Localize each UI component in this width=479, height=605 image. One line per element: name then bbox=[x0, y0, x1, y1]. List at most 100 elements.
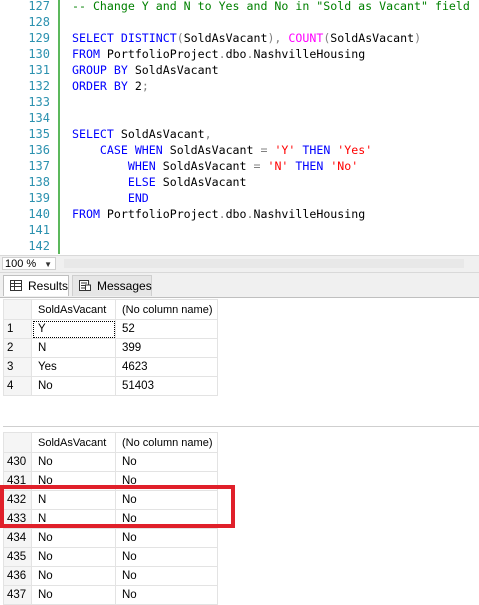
code-token: PortfolioProject bbox=[99, 47, 219, 61]
code-line[interactable]: 129 SELECT DISTINCT(SoldAsVacant), COUNT(… bbox=[0, 30, 479, 46]
row-number[interactable]: 437 bbox=[3, 585, 32, 605]
table-cell[interactable]: 51403 bbox=[115, 376, 218, 396]
code-line[interactable]: 139 END bbox=[0, 190, 479, 206]
code-text[interactable]: FROM PortfolioProject.dbo.NashvilleHousi… bbox=[72, 206, 365, 222]
code-token: . bbox=[218, 207, 226, 221]
zoom-value: 100 % bbox=[5, 258, 37, 270]
table-row[interactable]: 433 N No bbox=[3, 509, 218, 529]
column-header[interactable]: (No column name) bbox=[115, 299, 218, 320]
row-number[interactable]: 3 bbox=[3, 357, 32, 377]
code-line[interactable]: 127 -- Change Y and N to Yes and No in "S… bbox=[0, 0, 479, 14]
row-number[interactable]: 430 bbox=[3, 452, 32, 472]
table-cell[interactable]: No bbox=[31, 376, 116, 396]
table-cell[interactable]: No bbox=[115, 547, 218, 567]
code-line[interactable]: 131 GROUP BY SoldAsVacant bbox=[0, 62, 479, 78]
code-text[interactable]: ORDER BY 2; bbox=[72, 78, 149, 94]
row-number-header[interactable] bbox=[3, 299, 32, 320]
row-number[interactable]: 434 bbox=[3, 528, 32, 548]
row-number[interactable]: 431 bbox=[3, 471, 32, 491]
zoom-dropdown[interactable]: 100 % ▼ bbox=[2, 257, 56, 270]
code-line[interactable]: 130 FROM PortfolioProject.dbo.NashvilleHo… bbox=[0, 46, 479, 62]
table-row[interactable]: 437 No No bbox=[3, 585, 218, 605]
code-token: . bbox=[246, 47, 254, 61]
code-line[interactable]: 132 ORDER BY 2; bbox=[0, 78, 479, 94]
code-line[interactable]: 133 bbox=[0, 94, 479, 110]
table-cell[interactable]: No bbox=[115, 490, 218, 510]
code-text[interactable]: GROUP BY SoldAsVacant bbox=[72, 62, 219, 78]
code-line[interactable]: 136 CASE WHEN SoldAsVacant = 'Y' THEN 'Y… bbox=[0, 142, 479, 158]
column-header[interactable]: (No column name) bbox=[115, 432, 218, 453]
table-cell[interactable]: No bbox=[115, 452, 218, 472]
table-cell[interactable]: No bbox=[115, 509, 218, 529]
code-text[interactable]: WHEN SoldAsVacant = 'N' THEN 'No' bbox=[72, 158, 358, 174]
code-text[interactable]: FROM PortfolioProject.dbo.NashvilleHousi… bbox=[72, 46, 365, 62]
messages-icon bbox=[79, 280, 91, 291]
row-number[interactable]: 432 bbox=[3, 490, 32, 510]
code-line[interactable]: 141 bbox=[0, 222, 479, 238]
table-cell[interactable]: No bbox=[115, 528, 218, 548]
table-cell[interactable]: 52 bbox=[115, 319, 218, 339]
table-row[interactable]: 436 No No bbox=[3, 566, 218, 586]
table-cell[interactable]: No bbox=[31, 452, 116, 472]
code-line[interactable]: 137 WHEN SoldAsVacant = 'N' THEN 'No' bbox=[0, 158, 479, 174]
table-cell[interactable]: No bbox=[115, 585, 218, 605]
table-row[interactable]: 432 N No bbox=[3, 490, 218, 510]
code-token: 'Yes' bbox=[337, 143, 373, 157]
column-header[interactable]: SoldAsVacant bbox=[31, 432, 116, 453]
code-line[interactable]: 140 FROM PortfolioProject.dbo.NashvilleHo… bbox=[0, 206, 479, 222]
line-number: 132 bbox=[28, 79, 50, 93]
table-row[interactable]: 431 No No bbox=[3, 471, 218, 491]
table-cell[interactable]: No bbox=[31, 528, 116, 548]
table-cell[interactable]: No bbox=[31, 547, 116, 567]
table-row[interactable]: 434 No No bbox=[3, 528, 218, 548]
code-line[interactable]: 138 ELSE SoldAsVacant bbox=[0, 174, 479, 190]
code-line[interactable]: 142 bbox=[0, 238, 479, 254]
code-token: SoldAsVacant bbox=[155, 159, 254, 173]
table-cell[interactable]: Yes bbox=[31, 357, 116, 377]
code-line[interactable]: 128 bbox=[0, 14, 479, 30]
code-text[interactable]: -- Change Y and N to Yes and No in "Sold… bbox=[72, 0, 470, 14]
table-cell[interactable]: No bbox=[31, 585, 116, 605]
table-cell[interactable]: No bbox=[115, 471, 218, 491]
table-cell[interactable]: N bbox=[31, 490, 116, 510]
row-number[interactable]: 433 bbox=[3, 509, 32, 529]
table-row[interactable]: 435 No No bbox=[3, 547, 218, 567]
column-header[interactable]: SoldAsVacant bbox=[31, 299, 116, 320]
row-number[interactable]: 2 bbox=[3, 338, 32, 358]
row-number[interactable]: 1 bbox=[3, 319, 32, 339]
code-text[interactable]: SELECT DISTINCT(SoldAsVacant), COUNT(Sol… bbox=[72, 30, 421, 46]
code-line[interactable]: 134 bbox=[0, 110, 479, 126]
table-row[interactable]: 4 No 51403 bbox=[3, 376, 218, 396]
code-line[interactable]: 135 SELECT SoldAsVacant, bbox=[0, 126, 479, 142]
sql-editor[interactable]: 127 -- Change Y and N to Yes and No in "S… bbox=[0, 0, 479, 254]
code-text[interactable]: SELECT SoldAsVacant, bbox=[72, 126, 212, 142]
tab-results[interactable]: Results bbox=[3, 275, 69, 296]
row-number[interactable]: 436 bbox=[3, 566, 32, 586]
code-text[interactable]: END bbox=[72, 190, 149, 206]
chevron-down-icon: ▼ bbox=[44, 260, 52, 269]
table-cell[interactable]: Y bbox=[31, 319, 116, 339]
results-table-2: SoldAsVacant (No column name) 430 No No … bbox=[3, 432, 218, 605]
table-row[interactable]: 430 No No bbox=[3, 452, 218, 472]
table-cell[interactable]: No bbox=[115, 566, 218, 586]
line-number: 137 bbox=[28, 159, 50, 173]
horizontal-scrollbar[interactable] bbox=[64, 259, 464, 268]
table-row[interactable]: 1 Y 52 bbox=[3, 319, 218, 339]
code-text[interactable]: CASE WHEN SoldAsVacant = 'Y' THEN 'Yes' bbox=[72, 142, 372, 158]
table-cell[interactable]: 4623 bbox=[115, 357, 218, 377]
results-grid-2[interactable]: SoldAsVacant (No column name) 430 No No … bbox=[3, 432, 479, 605]
table-cell[interactable]: N bbox=[31, 338, 116, 358]
table-cell[interactable]: 399 bbox=[115, 338, 218, 358]
table-cell[interactable]: No bbox=[31, 471, 116, 491]
results-grid-1[interactable]: SoldAsVacant (No column name) 1 Y 52 2 N… bbox=[3, 299, 479, 427]
row-number[interactable]: 435 bbox=[3, 547, 32, 567]
table-row[interactable]: 2 N 399 bbox=[3, 338, 218, 358]
table-cell[interactable]: No bbox=[31, 566, 116, 586]
code-token: 'No' bbox=[330, 159, 359, 173]
table-row[interactable]: 3 Yes 4623 bbox=[3, 357, 218, 377]
code-text[interactable]: ELSE SoldAsVacant bbox=[72, 174, 247, 190]
table-cell[interactable]: N bbox=[31, 509, 116, 529]
row-number-header[interactable] bbox=[3, 432, 32, 453]
row-number[interactable]: 4 bbox=[3, 376, 32, 396]
tab-messages[interactable]: Messages bbox=[72, 275, 152, 296]
